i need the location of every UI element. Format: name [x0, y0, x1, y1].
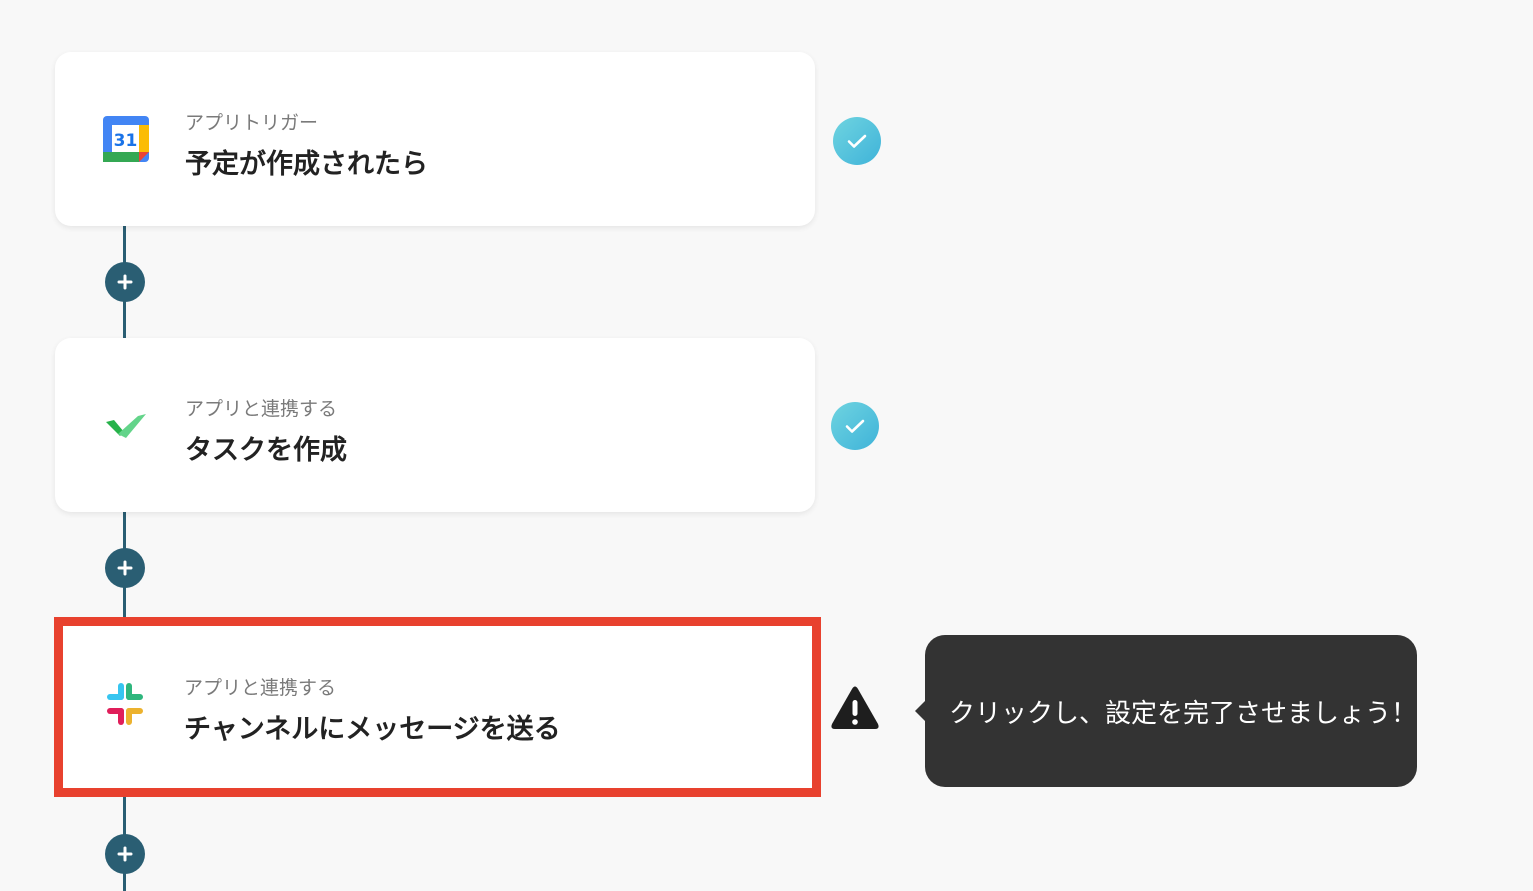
slack-icon	[100, 679, 150, 729]
tooltip-text: クリックし、設定を完了させましょう！	[949, 698, 1418, 729]
add-step-button[interactable]	[105, 548, 145, 588]
google-calendar-icon: 31	[101, 114, 151, 164]
plus-icon	[117, 560, 133, 576]
hint-tooltip: クリックし、設定を完了させましょう！	[915, 635, 1418, 787]
step-name: タスクを作成	[185, 435, 347, 466]
step-complete-badge	[831, 402, 879, 450]
plus-icon	[117, 846, 133, 862]
step-kind-label: アプリと連携する	[185, 398, 338, 420]
flow-step-card[interactable]: アプリと連携する タスクを作成	[55, 338, 815, 512]
green-check-app-icon	[101, 400, 151, 450]
calendar-date-text: 31	[114, 131, 138, 151]
step-kind-label: アプリと連携する	[184, 677, 337, 699]
flow-step-card-highlighted[interactable]: アプリと連携する チャンネルにメッセージを送る	[54, 617, 821, 797]
step-name: チャンネルにメッセージを送る	[184, 714, 561, 745]
warning-icon	[830, 685, 880, 731]
plus-icon	[117, 274, 133, 290]
step-kind-label: アプリトリガー	[185, 112, 319, 134]
check-icon	[847, 134, 867, 148]
add-step-button[interactable]	[105, 834, 145, 874]
flow-step-card[interactable]: 31 アプリトリガー 予定が作成されたら	[55, 52, 815, 226]
add-step-button[interactable]	[105, 262, 145, 302]
check-icon	[845, 419, 865, 433]
step-complete-badge	[833, 117, 881, 165]
step-name: 予定が作成されたら	[185, 149, 428, 180]
